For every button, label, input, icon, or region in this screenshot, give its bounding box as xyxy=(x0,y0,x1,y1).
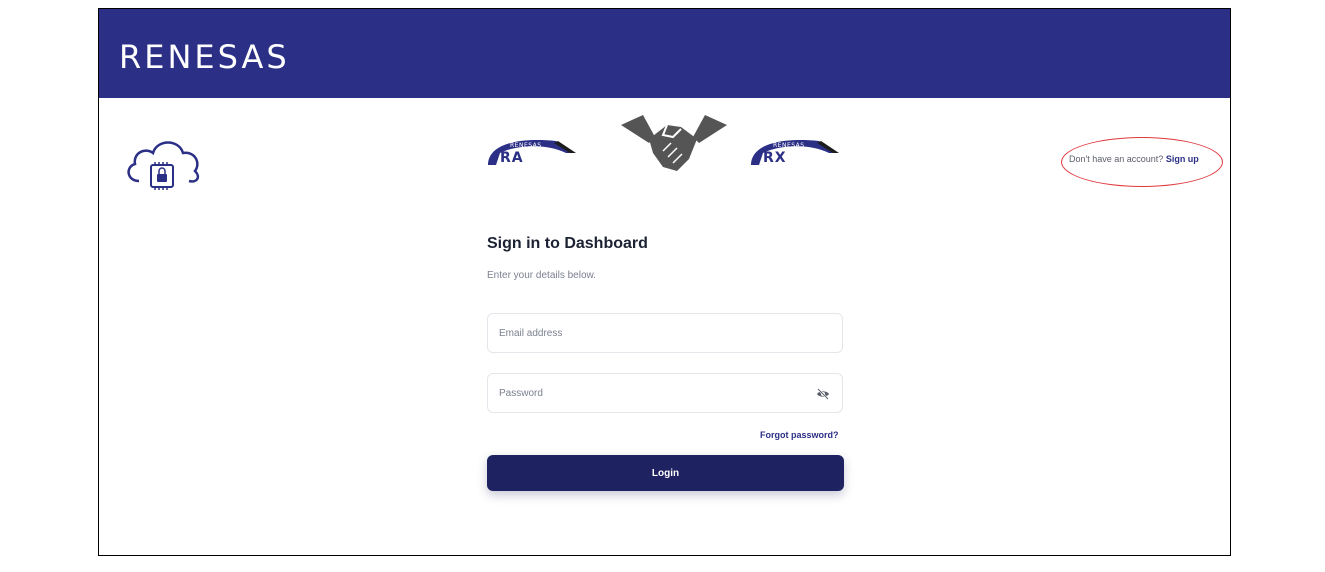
email-field xyxy=(487,313,843,353)
form-title: Sign in to Dashboard xyxy=(487,235,648,252)
signup-prompt-row: Don't have an account? Sign up xyxy=(1069,154,1199,164)
rx-logo-product: RX xyxy=(763,150,787,166)
signup-prompt: Don't have an account? xyxy=(1069,154,1164,164)
renesas-logo: RENESAS xyxy=(119,38,290,76)
screenshot-frame: RENESAS RENESAS RA RENESAS RX Don't have… xyxy=(98,8,1231,556)
ra-logo-brand: RENESAS xyxy=(510,142,542,149)
signup-link[interactable]: Sign up xyxy=(1166,154,1199,164)
eye-slash-icon[interactable] xyxy=(816,387,830,401)
login-button[interactable]: Login xyxy=(487,455,844,491)
email-input[interactable] xyxy=(488,314,842,352)
password-field xyxy=(487,373,843,413)
renesas-rx-logo: RENESAS RX xyxy=(749,131,849,169)
rx-logo-brand: RENESAS xyxy=(773,142,805,149)
signup-callout: Don't have an account? Sign up xyxy=(1061,137,1230,189)
ra-logo-product: RA xyxy=(500,150,524,166)
forgot-password-link[interactable]: Forgot password? xyxy=(760,430,839,440)
cloud-lock-chip-icon xyxy=(127,141,200,190)
handshake-icon xyxy=(621,115,727,171)
form-subtitle: Enter your details below. xyxy=(487,270,596,281)
renesas-ra-logo: RENESAS RA xyxy=(486,131,578,169)
top-bar: RENESAS xyxy=(99,9,1230,98)
password-input[interactable] xyxy=(488,374,842,412)
